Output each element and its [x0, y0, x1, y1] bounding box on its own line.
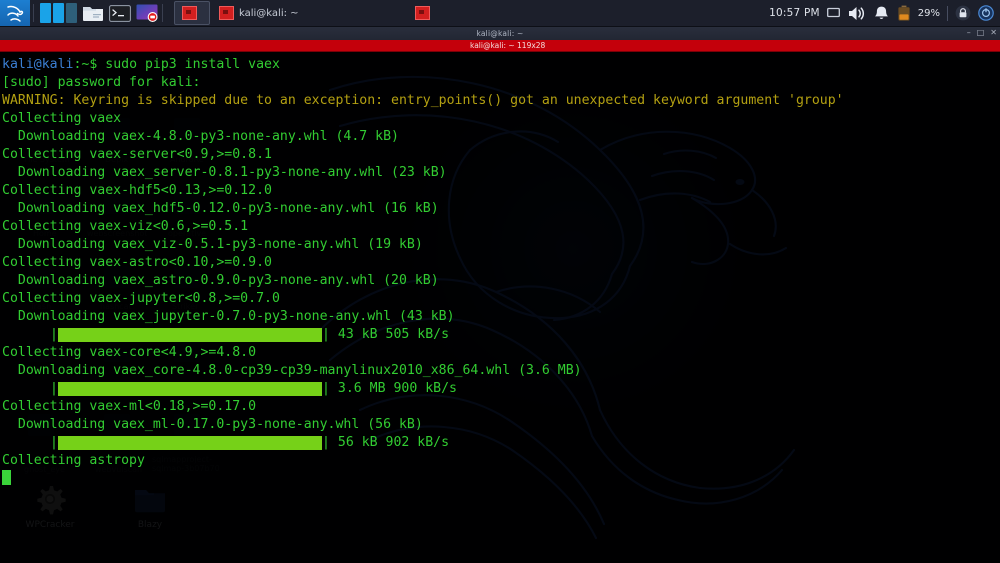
progress-right-pipe: |	[321, 381, 330, 396]
progress-right-pipe: |	[321, 327, 330, 342]
progress-stat: 43 kB 505 kB/s	[337, 327, 450, 342]
terminal-body[interactable]: kali@kali:~$ sudo pip3 install vaex [sudo…	[0, 52, 1000, 563]
terminal-output-line: Downloading vaex_astro-0.9.0-py3-none-an…	[2, 273, 439, 288]
progress-left-pipe: |	[50, 435, 58, 450]
terminal-tabbar: kali@kali: ~ 119x28	[0, 40, 1000, 52]
download-progress-row: | | 43 kB 505 kB/s	[2, 326, 1000, 344]
terminal-screen[interactable]: kali@kali:~$ sudo pip3 install vaex [sudo…	[0, 52, 1000, 491]
panel-separator	[33, 4, 34, 22]
progress-bar-fill	[57, 328, 322, 342]
terminal-output-line: Collecting vaex-core<4.9,>=4.8.0	[2, 345, 257, 360]
maximize-button[interactable]: □	[977, 29, 985, 37]
progress-bar-fill	[57, 382, 322, 396]
terminal-cursor-row	[2, 470, 1000, 491]
terminal-output-line: Collecting vaex-jupyter<0.8,>=0.7.0	[2, 291, 280, 306]
battery-percent: 29%	[917, 7, 940, 19]
screen-recorder-icon[interactable]	[135, 3, 159, 24]
lock-icon[interactable]	[955, 5, 971, 21]
kali-menu-button[interactable]	[0, 0, 30, 26]
minimize-button[interactable]: –	[967, 29, 971, 37]
prompt-user: kali	[2, 57, 34, 72]
terminal-output-line: [sudo] password for kali:	[2, 75, 201, 90]
terminal-window-icon	[219, 6, 234, 20]
terminal-titlebar[interactable]: kali@kali: ~ – □ ✕	[0, 26, 1000, 40]
lock-glyph	[955, 5, 971, 21]
terminal-output-line: Downloading vaex_hdf5-0.12.0-py3-none-an…	[2, 201, 439, 216]
battery-glyph	[898, 5, 910, 21]
prompt-path: :~	[73, 57, 90, 72]
terminal-output-line: Downloading vaex_viz-0.5.1-py3-none-any.…	[2, 237, 423, 252]
terminal-window-title: kali@kali: ~	[476, 28, 524, 38]
tray-separator	[947, 5, 948, 21]
bell-icon[interactable]	[873, 5, 890, 22]
terminal-output-line: Downloading vaex_core-4.8.0-cp39-cp39-ma…	[2, 363, 582, 378]
terminal-output-line: WARNING: Keyring is skipped due to an ex…	[2, 93, 844, 108]
terminal-window-icon	[182, 6, 197, 20]
terminal-window-icon	[414, 6, 430, 20]
window-controls: – □ ✕	[967, 29, 997, 37]
screen-recorder-glyph	[136, 4, 158, 22]
download-progress-row: | | 56 kB 902 kB/s	[2, 434, 1000, 452]
download-progress-row: | | 3.6 MB 900 kB/s	[2, 380, 1000, 398]
terminal-output-line: Collecting vaex-ml<0.18,>=0.17.0	[2, 399, 257, 414]
volume-icon[interactable]	[847, 5, 866, 22]
terminal-cursor	[2, 470, 11, 485]
prompt-command: sudo pip3 install vaex	[97, 57, 280, 72]
system-tray: 10:57 PM 29%	[769, 5, 1000, 22]
panel-separator-2	[162, 4, 163, 22]
terminal-output-line: Collecting vaex-viz<0.6,>=0.5.1	[2, 219, 249, 234]
terminal-output-line: Collecting vaex-server<0.9,>=0.8.1	[2, 147, 272, 162]
terminal-tab[interactable]: kali@kali: ~ 119x28	[0, 41, 545, 50]
power-icon[interactable]	[978, 5, 994, 21]
terminal-output-line: Downloading vaex_jupyter-0.7.0-py3-none-…	[2, 309, 455, 324]
terminal-output-line: Collecting vaex-astro<0.10,>=0.9.0	[2, 255, 272, 270]
panel-launchers	[77, 3, 159, 24]
power-glyph	[978, 5, 994, 21]
terminal-icon[interactable]	[108, 3, 132, 24]
clock[interactable]: 10:57 PM	[769, 7, 820, 19]
terminal-prompt-line: kali@kali:~$ sudo pip3 install vaex	[2, 56, 1000, 74]
file-manager-icon[interactable]	[81, 3, 105, 24]
terminal-glyph	[109, 4, 131, 22]
progress-stat: 3.6 MB 900 kB/s	[337, 381, 457, 396]
terminal-output-line: Collecting vaex-hdf5<0.13,>=0.12.0	[2, 183, 272, 198]
progress-left-pipe: |	[50, 327, 58, 342]
terminal-window[interactable]: kali@kali: ~ – □ ✕ kali@kali: ~ 119x28 k…	[0, 26, 1000, 563]
close-button[interactable]: ✕	[990, 29, 997, 37]
taskbar-window-2-label: kali@kali: ~	[239, 7, 299, 19]
terminal-output-line: Collecting vaex	[2, 111, 122, 126]
terminal-output-line: Downloading vaex_server-0.8.1-py3-none-a…	[2, 165, 447, 180]
workspace-switcher-icon[interactable]	[40, 3, 77, 23]
progress-right-pipe: |	[321, 435, 330, 450]
battery-icon[interactable]	[897, 5, 911, 22]
progress-left-pipe: |	[50, 381, 58, 396]
display-glyph	[826, 7, 840, 18]
prompt-host: kali	[41, 57, 74, 72]
task-buttons: kali@kali: ~	[174, 0, 442, 26]
terminal-output-line: Downloading vaex-4.8.0-py3-none-any.whl …	[2, 129, 399, 144]
display-icon[interactable]	[826, 7, 840, 19]
terminal-output-line: Collecting astropy	[2, 453, 145, 468]
kali-dragon-icon	[7, 5, 24, 22]
progress-stat: 56 kB 902 kB/s	[337, 435, 450, 450]
taskbar-window-2[interactable]: kali@kali: ~	[212, 2, 306, 24]
taskbar-window-1[interactable]	[174, 1, 210, 25]
volume-glyph	[848, 6, 864, 20]
terminal-output-line: Downloading vaex_ml-0.17.0-py3-none-any.…	[2, 417, 423, 432]
file-manager-glyph	[83, 7, 103, 21]
prompt-at: @	[33, 57, 42, 72]
top-panel: kali@kali: ~ 10:57 PM 29%	[0, 0, 1000, 26]
progress-bar-fill	[57, 436, 322, 450]
taskbar-window-3[interactable]	[408, 2, 442, 24]
bell-glyph	[874, 6, 888, 19]
